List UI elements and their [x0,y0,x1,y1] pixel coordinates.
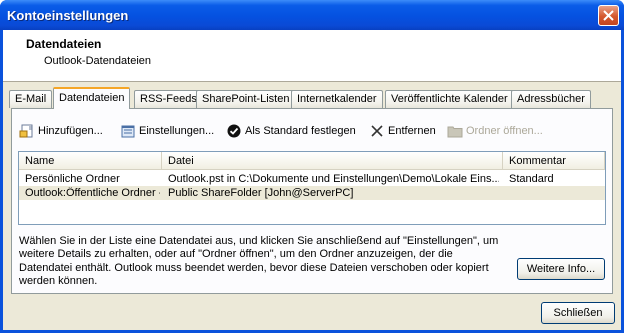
settings-icon [120,123,136,139]
account-settings-window: Kontoeinstellungen Datendateien Outlook-… [0,0,624,333]
settings-button[interactable]: Einstellungen... [120,121,214,141]
tab-published-calendars[interactable]: Veröffentlichte Kalender [385,90,514,108]
page-subtitle: Outlook-Datendateien [44,55,152,67]
tab-data-files[interactable]: Datendateien [53,87,131,109]
row-name: Outlook:Öffentliche Ordner - ... [25,187,160,199]
tab-strip: E-Mail Datendateien RSS-Feeds SharePoint… [9,87,615,109]
remove-x-icon [369,123,385,139]
column-header-file[interactable]: Datei [162,152,503,169]
more-info-button[interactable]: Weitere Info... [517,258,605,280]
list-row[interactable]: Outlook:Öffentliche Ordner - ... Public … [19,186,605,200]
row-file: Public ShareFolder [John@ServerPC] [168,187,354,199]
dialog-client-area: Datendateien Outlook-Datendateien E-Mail… [3,30,621,330]
tab-panel-data-files: Hinzufügen... Einstellungen... Als Stand… [11,108,613,294]
tab-rss-feeds[interactable]: RSS-Feeds [134,90,203,108]
column-header-comment[interactable]: Kommentar [503,152,605,169]
description-text: Wählen Sie in der Liste eine Datendatei … [19,235,499,287]
row-file: Outlook.pst in C:\Dokumente und Einstell… [168,173,499,185]
tab-email[interactable]: E-Mail [9,90,53,108]
list-header: Name Datei Kommentar [19,152,605,170]
folder-icon [447,123,463,139]
remove-button[interactable]: Entfernen [369,121,436,141]
tab-sharepoint-lists[interactable]: SharePoint-Listen [196,90,296,108]
tab-address-books[interactable]: Adressbücher [511,90,591,108]
tab-internet-calendars[interactable]: Internetkalender [291,90,383,108]
data-files-list[interactable]: Name Datei Kommentar Persönliche Ordner … [18,151,606,225]
page-title: Datendateien [26,37,102,51]
set-default-button[interactable]: Als Standard festlegen [226,121,356,141]
list-row[interactable]: Persönliche Ordner Outlook.pst in C:\Dok… [19,172,605,186]
toolbar: Hinzufügen... Einstellungen... Als Stand… [19,121,609,141]
row-name: Persönliche Ordner [25,173,120,185]
close-icon [603,10,614,21]
add-button[interactable]: Hinzufügen... [19,121,103,141]
dialog-header: Datendateien Outlook-Datendateien [3,30,621,82]
title-bar[interactable]: Kontoeinstellungen [0,0,624,30]
window-title: Kontoeinstellungen [7,8,129,23]
add-file-icon [19,123,35,139]
open-folder-button[interactable]: Ordner öffnen... [447,121,543,141]
row-comment: Standard [509,173,554,185]
close-button[interactable]: Schließen [541,302,615,324]
close-window-button[interactable] [598,5,619,26]
checkmark-icon [226,123,242,139]
column-header-name[interactable]: Name [19,152,162,169]
